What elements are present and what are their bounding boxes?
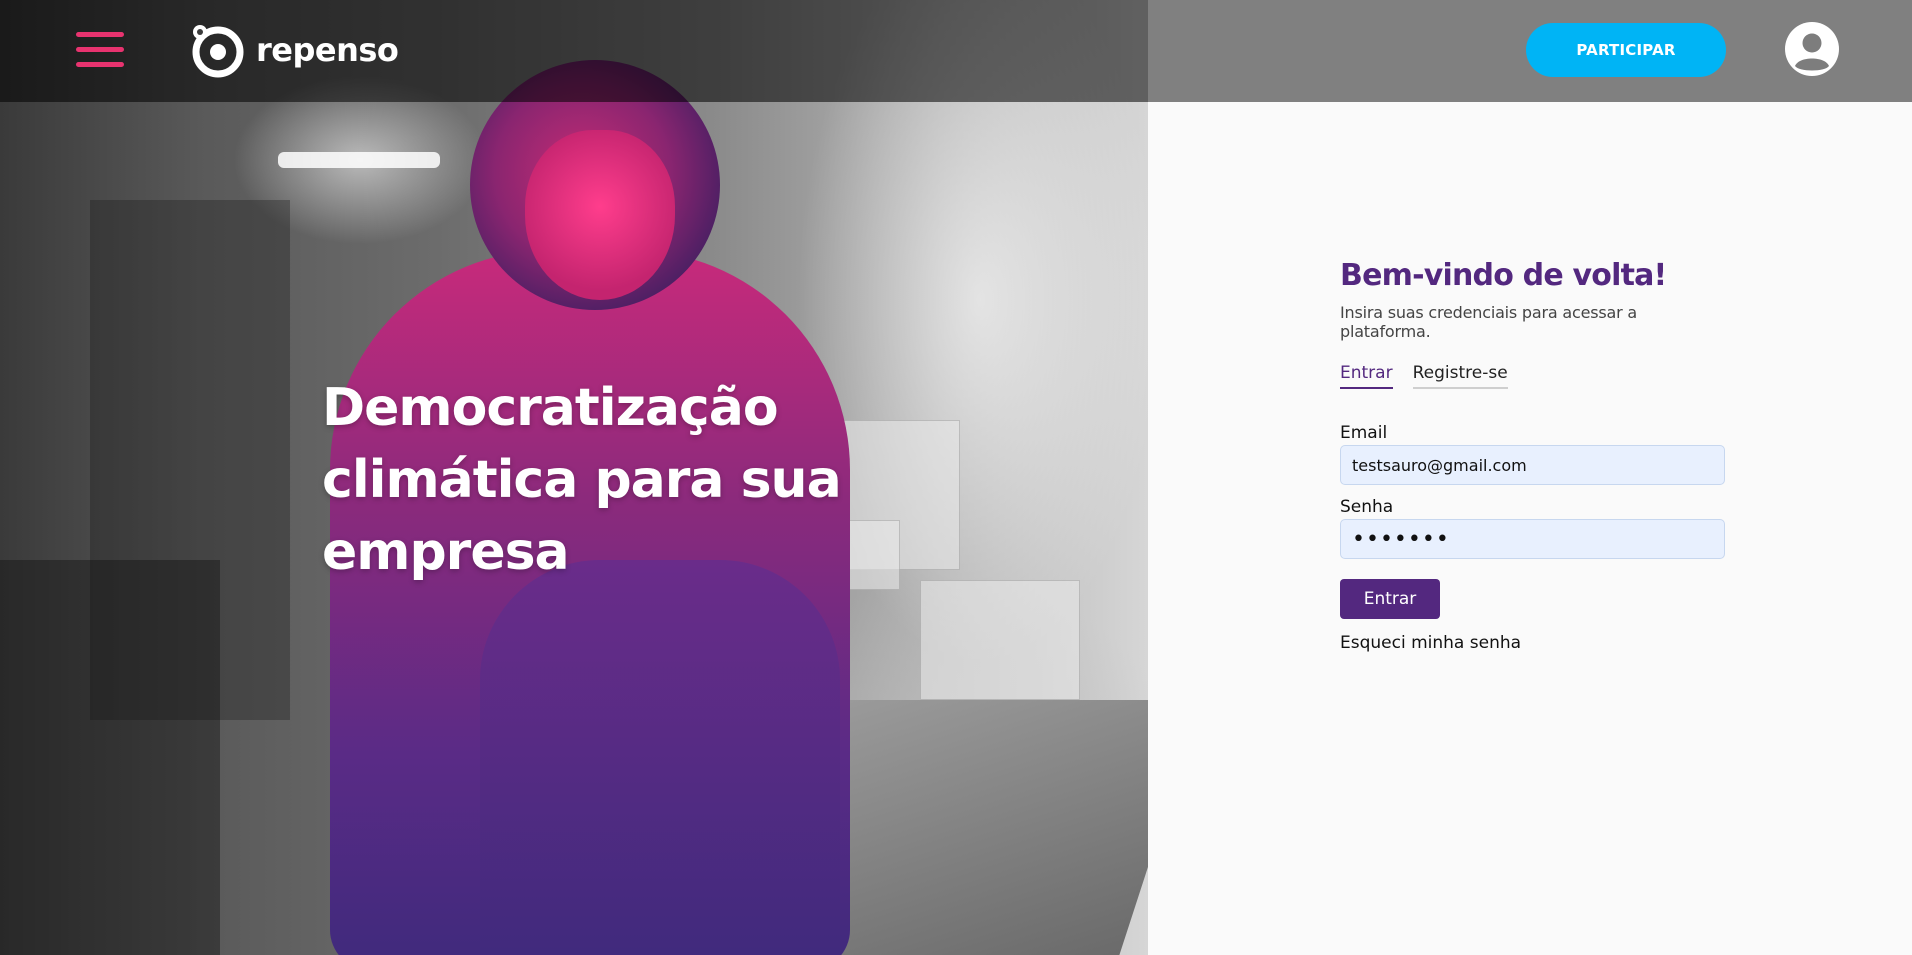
header-left: [0, 0, 1148, 102]
hero-title: Democratização climática para sua empres…: [322, 378, 842, 582]
tab-login[interactable]: Entrar: [1340, 363, 1393, 389]
login-subtitle: Insira suas credenciais para acessar a p…: [1340, 303, 1637, 341]
participate-button[interactable]: PARTICIPAR: [1526, 23, 1726, 77]
login-title: Bem-vindo de volta!: [1340, 258, 1667, 293]
ceiling-light: [278, 152, 440, 168]
hero-panel: Democratização climática para sua empres…: [0, 0, 1148, 955]
person-face: [525, 130, 675, 300]
forgot-password-link[interactable]: Esqueci minha senha: [1340, 633, 1725, 653]
login-submit-button[interactable]: Entrar: [1340, 579, 1440, 619]
background-shelf: [0, 560, 220, 955]
repenso-logo[interactable]: repenso: [188, 20, 399, 80]
brand-name: repenso: [256, 31, 399, 69]
password-label: Senha: [1340, 497, 1394, 517]
person-leg: [480, 560, 840, 955]
password-field[interactable]: [1340, 519, 1725, 559]
login-form: Bem-vindo de volta! Insira suas credenci…: [1340, 258, 1725, 653]
auth-tabs: Entrar Registre-se: [1340, 363, 1725, 389]
user-avatar-icon[interactable]: [1785, 22, 1839, 76]
hamburger-menu-icon[interactable]: [76, 32, 124, 68]
background-box: [920, 580, 1080, 700]
email-label: Email: [1340, 423, 1388, 443]
repenso-logo-icon: [192, 25, 244, 78]
tab-register[interactable]: Registre-se: [1412, 363, 1508, 389]
email-field[interactable]: [1340, 445, 1725, 485]
